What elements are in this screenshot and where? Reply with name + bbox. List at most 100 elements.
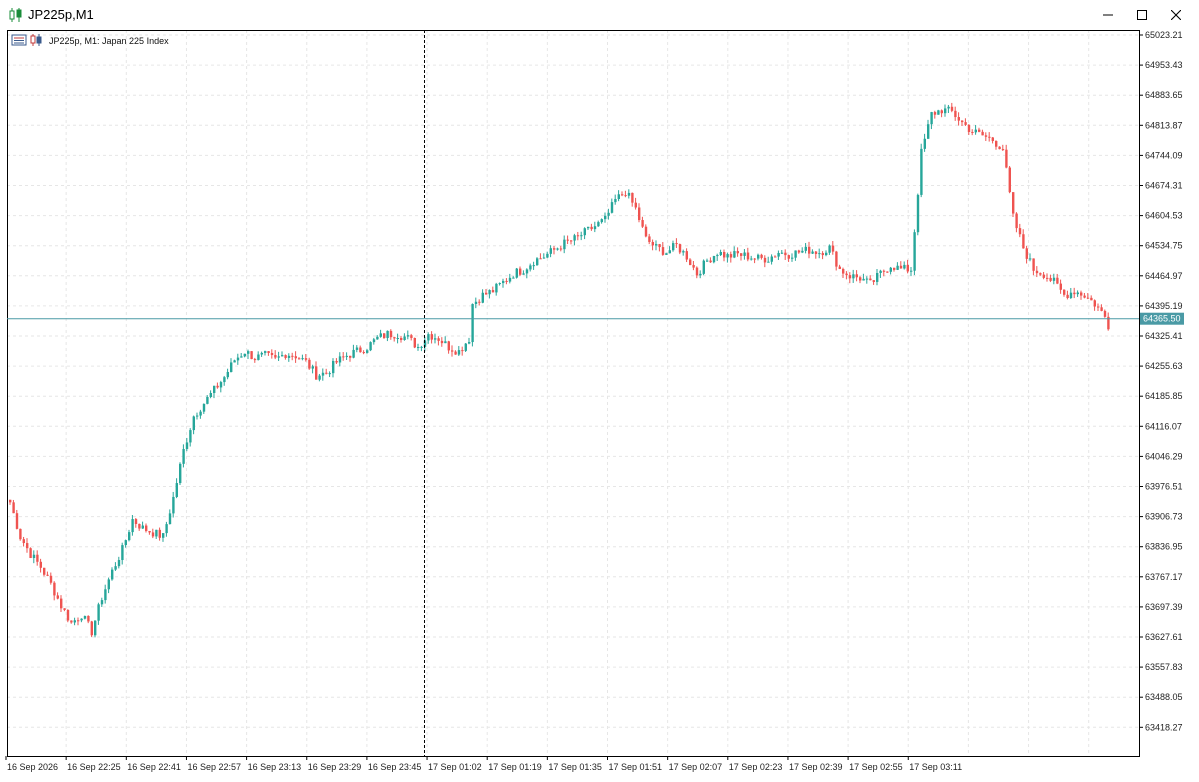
candle-body [794,250,797,258]
candle-body [903,264,906,269]
candle-body [230,362,233,372]
candle-body [699,273,702,276]
candle-body [247,351,250,354]
candle-body [257,354,260,360]
candle-body [141,525,144,529]
candle-body [36,554,39,562]
candle-body [549,248,552,254]
candle-body [151,532,155,537]
candle-body [22,539,25,544]
candle-body [522,273,525,275]
candle-body [9,499,12,503]
candle-body [335,360,338,363]
candle-body [216,385,219,388]
candle-body [308,359,311,369]
candle-body [240,356,243,358]
price-chart[interactable]: 65023.21 64953.43 64883.65 64813.87 64744.09… [0,30,1199,782]
candle-body [464,343,467,351]
trade-panel-icon[interactable] [11,34,27,46]
candle-body [774,256,777,258]
candle-body [719,252,722,256]
candle-body [624,195,627,197]
y-tick-label: 64604.53 [1145,211,1183,221]
candle-body [372,339,376,343]
candle-body [957,117,960,121]
candle-body [39,561,42,568]
candle-body [396,337,399,339]
candle-body [328,373,331,375]
candle-body [444,341,447,344]
candle-body [814,251,818,254]
candle-body [43,567,46,575]
y-tick-label: 63976.51 [1145,482,1183,492]
y-tick-label: 64395.19 [1145,301,1183,311]
candle-body [83,615,87,619]
candle-body [321,372,325,376]
candle-body [876,272,879,282]
maximize-button[interactable] [1125,0,1159,30]
candle-body [845,273,848,276]
candle-body [461,350,464,352]
candle-body [70,620,73,623]
candle-body [842,268,845,274]
minimize-button[interactable] [1091,0,1125,30]
candle-body [1032,258,1035,271]
candle-body [797,250,801,253]
candle-body [474,301,478,305]
candle-body [332,360,335,374]
candle-body [801,250,804,253]
candle-body [753,258,756,260]
candle-body [998,146,1001,150]
candlestick-chart-icon [9,8,22,22]
candle-body [362,352,365,354]
chart-window[interactable]: 65023.21 64953.43 64883.65 64813.87 64744.09… [0,30,1199,782]
candle-body [488,290,491,295]
candle-body [512,277,515,279]
candle-body [417,347,420,349]
candle-body [287,355,291,358]
candle-body [383,333,386,339]
candle-body [848,275,852,279]
candle-body [1083,295,1086,298]
candle-body [121,545,124,561]
candle-body [447,341,450,351]
candle-body [267,351,270,353]
candle-body [128,532,131,541]
close-button[interactable] [1159,0,1193,30]
x-tick-label: 16 Sep 23:29 [308,762,362,772]
candle-body [304,358,308,360]
y-tick-label: 63697.39 [1145,602,1183,612]
candle-body [291,355,294,357]
candle-body [947,106,950,109]
candle-body [1080,292,1083,296]
chart-type-icon[interactable] [30,34,42,46]
y-tick-label: 65023.21 [1145,30,1183,40]
candle-body [77,620,80,622]
candle-body [1063,289,1066,295]
candle-body [26,543,29,549]
candle-body [685,251,688,260]
candle-body [124,540,127,546]
candle-body [1029,258,1032,260]
candle-body [712,255,716,263]
candle-body [604,215,607,220]
candle-body [1059,283,1062,290]
candle-body [56,595,59,599]
candle-body [1073,292,1076,295]
window-titlebar: JP225p,M1 [0,0,1199,31]
x-tick-label: 17 Sep 01:35 [548,762,602,772]
candle-body [1005,149,1008,168]
candle-body [175,483,178,497]
candle-body [672,243,675,251]
candle-body [1086,297,1090,299]
candle-body [906,264,909,272]
candle-body [90,621,93,636]
x-tick-label: 17 Sep 02:39 [789,762,843,772]
candle-body [366,350,369,353]
y-tick-label: 64325.41 [1145,331,1183,341]
price-axis: 65023.21 64953.43 64883.65 64813.87 64744.09… [1139,30,1183,732]
candle-body [825,252,828,256]
candle-body [967,124,971,132]
candle-body [865,278,869,280]
candle-body [757,254,760,259]
